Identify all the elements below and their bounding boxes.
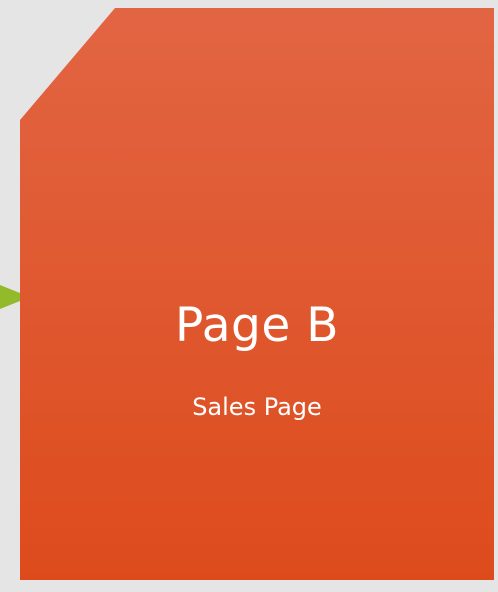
card-shape xyxy=(20,8,494,580)
page-b-card[interactable] xyxy=(20,8,494,580)
diagram-canvas: Page B Sales Page xyxy=(0,0,498,592)
